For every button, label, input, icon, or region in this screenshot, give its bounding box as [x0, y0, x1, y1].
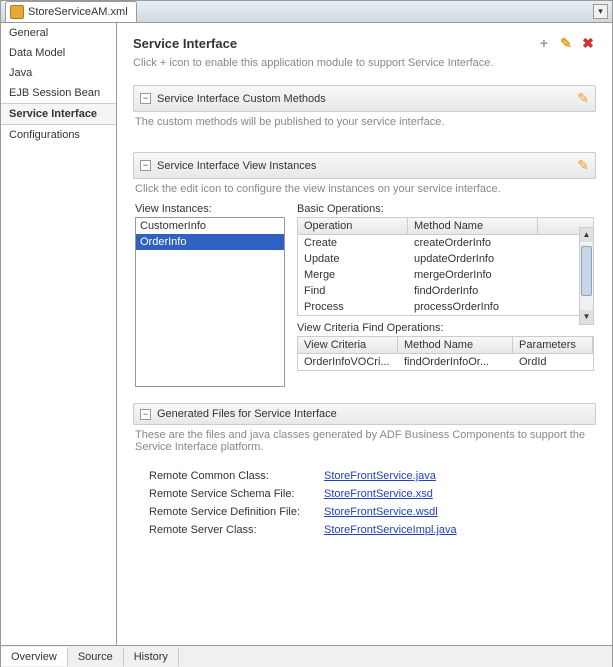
file-tab[interactable]: StoreServiceAM.xml: [5, 1, 137, 22]
cell-method-name: findOrderInfoOr...: [398, 354, 513, 370]
table-row[interactable]: ProcessprocessOrderInfo: [298, 299, 593, 315]
cell-operation: Find: [298, 283, 408, 299]
cell-method-name: findOrderInfo: [408, 283, 538, 299]
sidebar: GeneralData ModelJavaEJB Session BeanSer…: [1, 23, 117, 645]
cell-parameters: OrdId: [513, 354, 593, 370]
cell-operation: Create: [298, 235, 408, 251]
section-view-instances: − Service Interface View Instances ✎ Cli…: [133, 152, 596, 387]
cell-operation: Merge: [298, 267, 408, 283]
col-parameters[interactable]: Parameters: [513, 337, 593, 353]
col-operation[interactable]: Operation: [298, 218, 408, 234]
collapse-toggle-icon[interactable]: −: [140, 409, 151, 420]
section-desc: These are the files and java classes gen…: [133, 425, 596, 461]
collapse-toggle-icon[interactable]: −: [140, 160, 151, 171]
section-custom-methods: − Service Interface Custom Methods ✎ The…: [133, 85, 596, 136]
list-item[interactable]: OrderInfo: [136, 234, 284, 250]
section-title: Service Interface Custom Methods: [157, 93, 571, 105]
cell-method-name: updateOrderInfo: [408, 251, 538, 267]
content-area: Service Interface + ✎ ✖ Click + icon to …: [117, 23, 612, 645]
view-instances-label: View Instances:: [135, 203, 285, 215]
footer-tabs: OverviewSourceHistory: [1, 645, 612, 667]
edit-icon[interactable]: ✎: [558, 35, 574, 51]
editor-tab-bar: StoreServiceAM.xml ▾: [1, 1, 612, 23]
gen-label: Remote Service Definition File:: [149, 506, 324, 518]
page-title: Service Interface: [133, 36, 237, 51]
basic-operations-label: Basic Operations:: [297, 203, 594, 215]
section-title: Generated Files for Service Interface: [157, 408, 589, 420]
section-title: Service Interface View Instances: [157, 160, 571, 172]
cell-method-name: processOrderInfo: [408, 299, 538, 315]
gen-label: Remote Service Schema File:: [149, 488, 324, 500]
section-desc: Click the edit icon to configure the vie…: [133, 179, 596, 203]
col-method-name[interactable]: Method Name: [398, 337, 513, 353]
sidebar-item[interactable]: General: [1, 23, 116, 43]
scroll-down-icon[interactable]: ▼: [580, 310, 593, 324]
cell-operation: Update: [298, 251, 408, 267]
generated-file-row: Remote Service Definition File:StoreFron…: [149, 503, 580, 521]
minimize-button[interactable]: ▾: [593, 4, 608, 19]
table-row[interactable]: CreatecreateOrderInfo: [298, 235, 593, 251]
table-row[interactable]: OrderInfoVOCri...findOrderInfoOr...OrdId: [298, 354, 593, 370]
file-tab-label: StoreServiceAM.xml: [28, 6, 128, 18]
table-row[interactable]: MergemergeOrderInfo: [298, 267, 593, 283]
generated-file-row: Remote Service Schema File:StoreFrontSer…: [149, 485, 580, 503]
cell-view-criteria: OrderInfoVOCri...: [298, 354, 398, 370]
collapse-toggle-icon[interactable]: −: [140, 93, 151, 104]
section-desc: The custom methods will be published to …: [133, 112, 596, 136]
scroll-up-icon[interactable]: ▲: [580, 228, 593, 242]
criteria-label: View Criteria Find Operations:: [297, 322, 594, 334]
col-view-criteria[interactable]: View Criteria: [298, 337, 398, 353]
generated-file-row: Remote Common Class:StoreFrontService.ja…: [149, 467, 580, 485]
table-row[interactable]: UpdateupdateOrderInfo: [298, 251, 593, 267]
cell-method-name: mergeOrderInfo: [408, 267, 538, 283]
list-item[interactable]: CustomerInfo: [136, 218, 284, 234]
section-edit-icon[interactable]: ✎: [577, 157, 589, 174]
scroll-thumb[interactable]: [581, 246, 592, 296]
add-icon[interactable]: +: [536, 35, 552, 51]
sidebar-item[interactable]: Data Model: [1, 43, 116, 63]
criteria-grid: View Criteria Method Name Parameters Ord…: [297, 336, 594, 371]
gen-link[interactable]: StoreFrontService.java: [324, 470, 436, 482]
cell-method-name: createOrderInfo: [408, 235, 538, 251]
sidebar-item[interactable]: Java: [1, 63, 116, 83]
basic-operations-grid: Operation Method Name CreatecreateOrderI…: [297, 217, 594, 316]
section-edit-icon[interactable]: ✎: [577, 90, 589, 107]
footer-tab[interactable]: Overview: [1, 647, 68, 666]
sidebar-item[interactable]: EJB Session Bean: [1, 83, 116, 103]
vertical-scrollbar[interactable]: ▲ ▼: [579, 227, 594, 325]
sidebar-item[interactable]: Configurations: [1, 125, 116, 145]
cell-operation: Process: [298, 299, 408, 315]
gen-label: Remote Common Class:: [149, 470, 324, 482]
footer-tab[interactable]: History: [124, 648, 179, 666]
table-row[interactable]: FindfindOrderInfo: [298, 283, 593, 299]
gen-link[interactable]: StoreFrontService.xsd: [324, 488, 433, 500]
generated-file-row: Remote Server Class:StoreFrontServiceImp…: [149, 521, 580, 539]
sidebar-item[interactable]: Service Interface: [1, 103, 116, 125]
footer-tab[interactable]: Source: [68, 648, 124, 666]
gen-label: Remote Server Class:: [149, 524, 324, 536]
section-generated-files: − Generated Files for Service Interface …: [133, 403, 596, 545]
gen-link[interactable]: StoreFrontService.wsdl: [324, 506, 438, 518]
delete-icon[interactable]: ✖: [580, 35, 596, 51]
gen-link[interactable]: StoreFrontServiceImpl.java: [324, 524, 457, 536]
view-instances-listbox[interactable]: CustomerInfoOrderInfo: [135, 217, 285, 387]
page-subtitle: Click + icon to enable this application …: [133, 57, 596, 69]
xml-file-icon: [10, 5, 24, 19]
col-method-name[interactable]: Method Name: [408, 218, 538, 234]
